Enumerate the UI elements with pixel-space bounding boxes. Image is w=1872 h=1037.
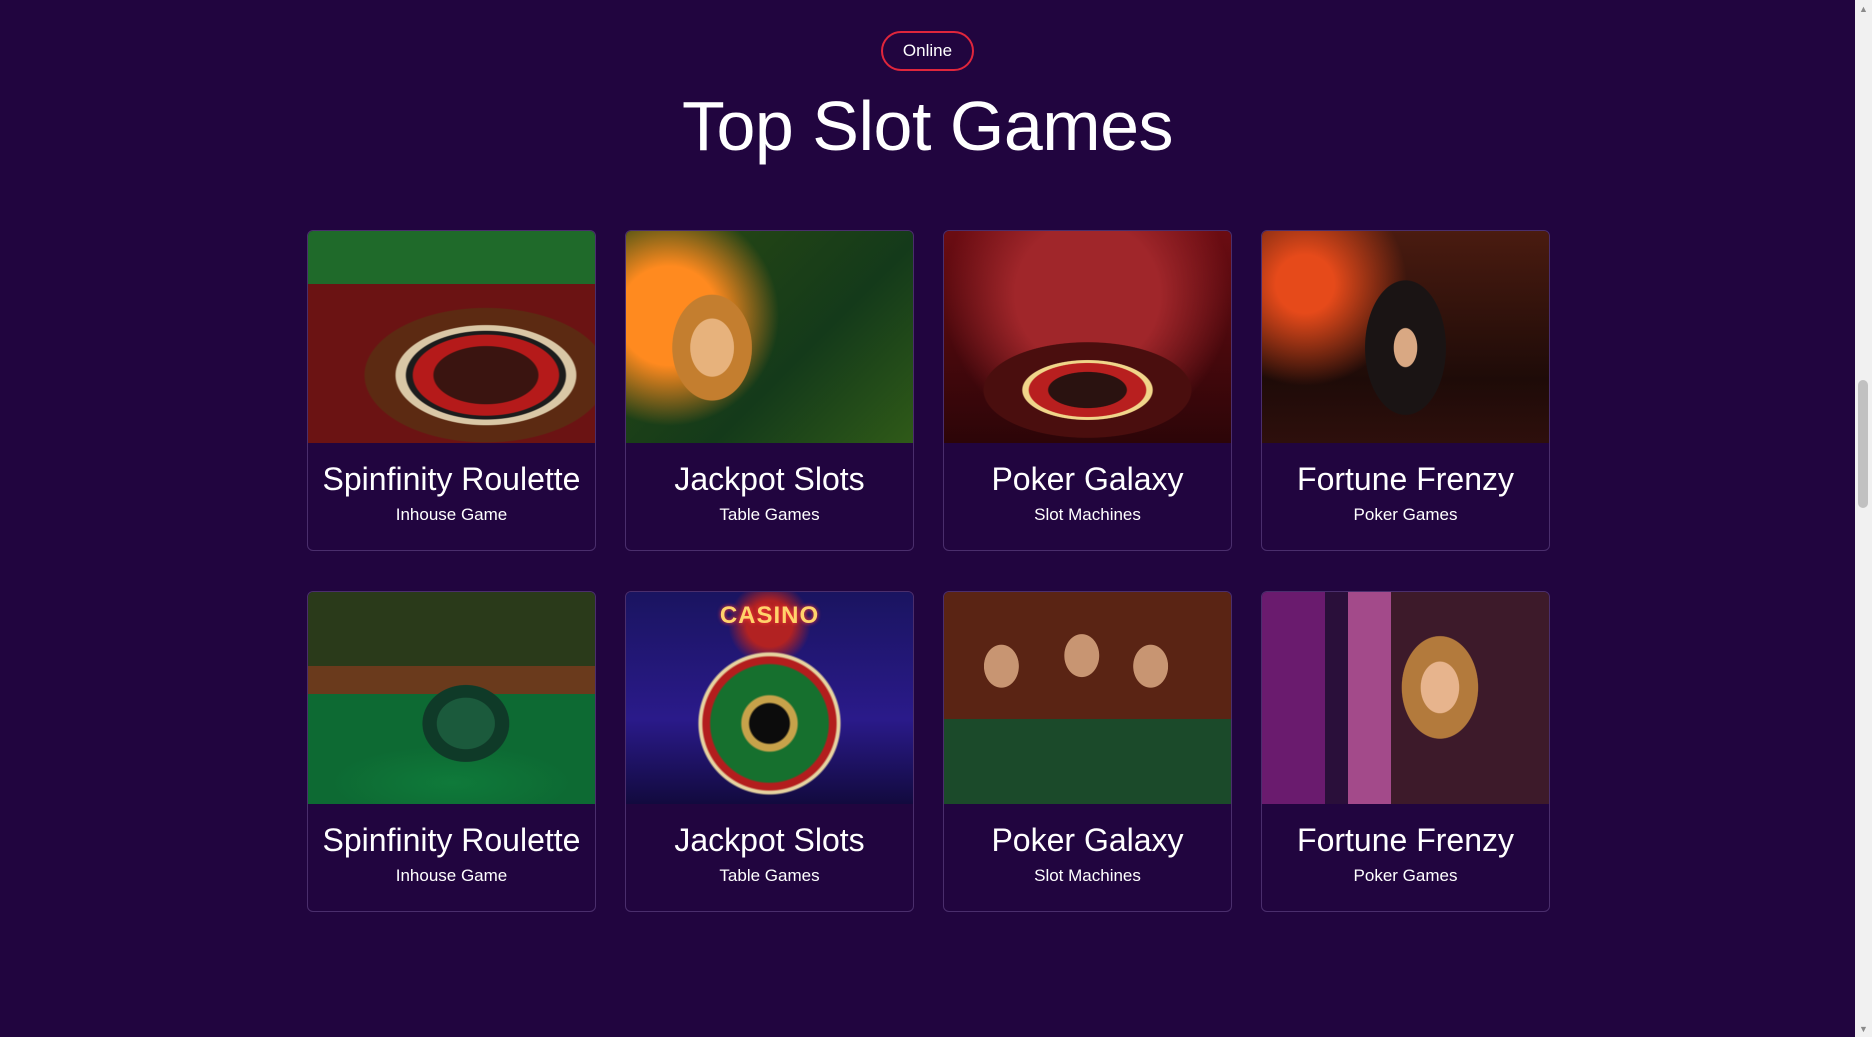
poker-table-image [944,231,1231,443]
casino-sign: CASINO [719,602,820,629]
badge-row: Online [0,31,1855,71]
page: Online Top Slot Games Spinfinity Roulett… [0,0,1872,1037]
game-title: Poker Galaxy [991,461,1184,497]
scrollbar-thumb[interactable] [1858,380,1868,508]
friends-at-table-image [944,592,1231,804]
game-title: Fortune Frenzy [1297,461,1514,497]
game-category: Poker Games [1353,866,1458,885]
game-card[interactable]: Poker Galaxy Slot Machines [943,230,1232,551]
game-card[interactable]: Spinfinity Roulette Inhouse Game [307,591,596,912]
woman-in-hat-image [1262,231,1549,443]
game-card[interactable]: Fortune Frenzy Poker Games [1261,230,1550,551]
woman-with-cards-image [626,231,913,443]
game-category: Slot Machines [1034,866,1141,885]
game-title: Spinfinity Roulette [322,822,581,858]
game-title: Spinfinity Roulette [322,461,581,497]
game-category: Table Games [719,866,820,885]
game-card[interactable]: CASINO Jackpot Slots Table Games [625,591,914,912]
game-title: Jackpot Slots [674,461,865,497]
game-title: Jackpot Slots [674,822,865,858]
game-title: Fortune Frenzy [1297,822,1514,858]
chip-stacks-image [308,592,595,804]
online-badge: Online [880,31,975,71]
page-scrollbar[interactable]: ▲ ▼ [1855,0,1872,1037]
game-card[interactable]: Spinfinity Roulette Inhouse Game [307,230,596,551]
game-card[interactable]: Poker Galaxy Slot Machines [943,591,1232,912]
game-category: Inhouse Game [395,866,508,885]
casino-roulette-image: CASINO [626,592,913,804]
game-title: Poker Galaxy [991,822,1184,858]
roulette-wheel-image [308,231,595,443]
scroll-down-arrow-icon[interactable]: ▼ [1855,1020,1872,1037]
game-category: Poker Games [1353,505,1458,524]
game-card[interactable]: Fortune Frenzy Poker Games [1261,591,1550,912]
section-title: Top Slot Games [682,87,1174,165]
game-category: Inhouse Game [395,505,508,524]
game-category: Slot Machines [1034,505,1141,524]
game-category: Table Games [719,505,820,524]
game-card[interactable]: Jackpot Slots Table Games [625,230,914,551]
woman-at-slots-image [1262,592,1549,804]
game-grid: Spinfinity Roulette Inhouse Game Jackpot… [307,230,1550,912]
scroll-up-arrow-icon[interactable]: ▲ [1855,0,1872,17]
